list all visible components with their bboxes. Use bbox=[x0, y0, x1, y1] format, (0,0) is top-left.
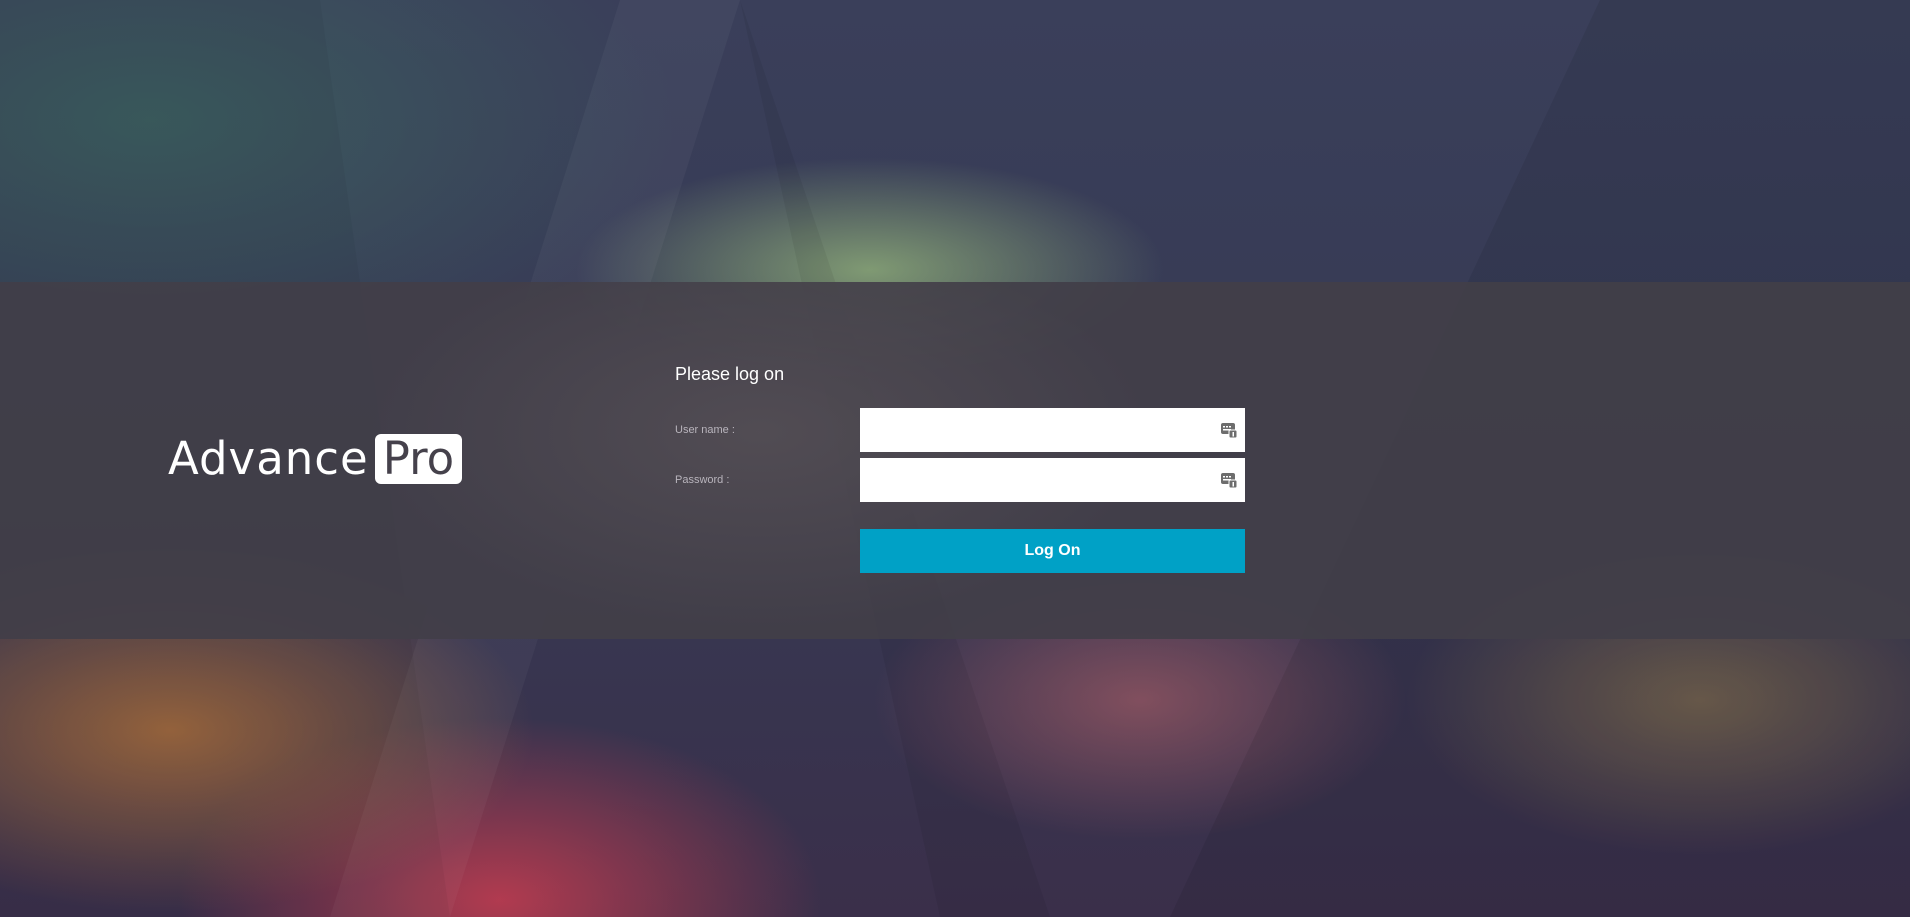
password-input[interactable] bbox=[860, 458, 1200, 502]
username-input[interactable] bbox=[860, 408, 1200, 452]
virtual-keyboard-icon[interactable] bbox=[1221, 471, 1237, 488]
logon-button[interactable]: Log On bbox=[860, 529, 1245, 573]
logo-boxed-word: Pro bbox=[374, 434, 463, 484]
virtual-keyboard-icon[interactable] bbox=[1221, 421, 1237, 438]
password-label: Password : bbox=[675, 474, 730, 486]
logo-word: Advance bbox=[168, 432, 369, 485]
advancepro-logo: Advance Pro bbox=[168, 432, 463, 485]
password-field-container bbox=[860, 458, 1245, 502]
username-field-container bbox=[860, 408, 1245, 452]
username-label: User name : bbox=[675, 424, 735, 436]
login-prompt: Please log on bbox=[675, 364, 785, 384]
